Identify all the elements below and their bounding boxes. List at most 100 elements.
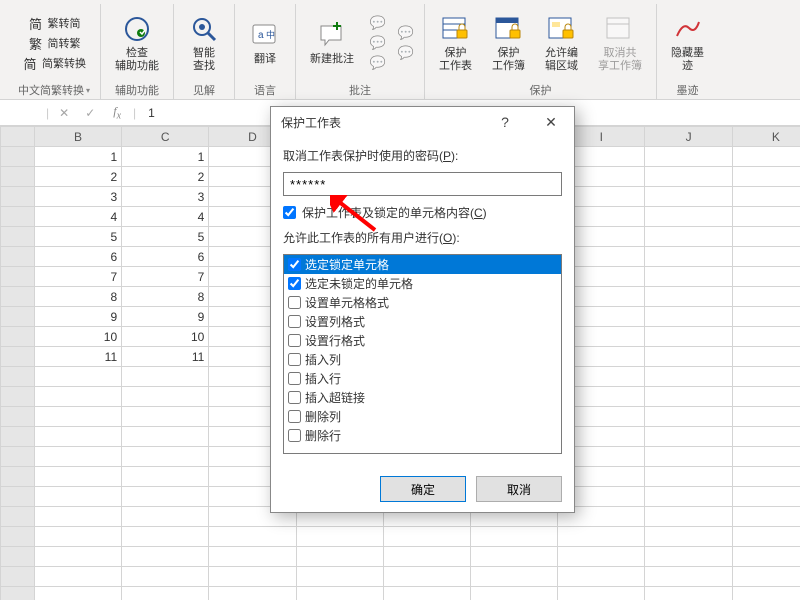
cell[interactable] — [34, 427, 121, 447]
cell[interactable] — [122, 447, 209, 467]
cell[interactable] — [296, 567, 383, 587]
cell[interactable] — [209, 567, 296, 587]
cell[interactable] — [34, 447, 121, 467]
cell[interactable] — [645, 347, 732, 367]
btn-hide-ink[interactable]: 隐藏墨 迹 — [667, 11, 708, 75]
cell[interactable] — [122, 587, 209, 600]
btn-check-accessibility[interactable]: 检查 辅助功能 — [111, 11, 163, 75]
cell[interactable] — [732, 307, 800, 327]
permission-item[interactable]: 删除列 — [284, 407, 561, 426]
permission-checkbox[interactable] — [288, 391, 301, 404]
cell[interactable]: 5 — [34, 227, 121, 247]
cell[interactable] — [732, 327, 800, 347]
permission-checkbox[interactable] — [288, 277, 301, 290]
cell[interactable] — [732, 527, 800, 547]
cell[interactable] — [558, 527, 645, 547]
permission-item[interactable]: 设置单元格格式 — [284, 293, 561, 312]
cell[interactable]: 6 — [122, 247, 209, 267]
cell[interactable] — [34, 547, 121, 567]
cell[interactable] — [296, 587, 383, 600]
cell[interactable] — [645, 327, 732, 347]
cell[interactable] — [645, 287, 732, 307]
cell[interactable]: 4 — [34, 207, 121, 227]
row-header[interactable] — [1, 227, 35, 247]
cell[interactable] — [645, 547, 732, 567]
cell[interactable] — [645, 247, 732, 267]
name-box[interactable] — [8, 103, 42, 123]
cell[interactable] — [34, 507, 121, 527]
row-header[interactable] — [1, 307, 35, 327]
cell[interactable] — [471, 587, 558, 600]
row-header[interactable] — [1, 427, 35, 447]
cell[interactable]: 9 — [34, 307, 121, 327]
cell[interactable]: 6 — [34, 247, 121, 267]
cell[interactable] — [34, 587, 121, 600]
cell[interactable] — [645, 307, 732, 327]
cell[interactable] — [645, 267, 732, 287]
cell[interactable] — [732, 227, 800, 247]
permission-checkbox[interactable] — [288, 353, 301, 366]
cell[interactable] — [732, 347, 800, 367]
row-header[interactable] — [1, 347, 35, 367]
cell[interactable] — [645, 187, 732, 207]
cell[interactable] — [122, 427, 209, 447]
cell[interactable] — [34, 527, 121, 547]
cell[interactable]: 5 — [122, 227, 209, 247]
cell[interactable]: 2 — [34, 167, 121, 187]
cell[interactable] — [471, 527, 558, 547]
cell[interactable]: 3 — [34, 187, 121, 207]
btn-smart-lookup[interactable]: 智能 查找 — [184, 11, 224, 75]
ok-button[interactable]: 确定 — [380, 476, 466, 502]
cell[interactable] — [645, 527, 732, 547]
accept-formula-icon[interactable]: ✓ — [79, 106, 101, 120]
row-header[interactable] — [1, 407, 35, 427]
cell[interactable] — [122, 387, 209, 407]
permission-item[interactable]: 选定未锁定的单元格 — [284, 274, 561, 293]
cell[interactable] — [383, 567, 470, 587]
permission-item[interactable]: 插入列 — [284, 350, 561, 369]
cell[interactable] — [645, 487, 732, 507]
cell[interactable] — [34, 467, 121, 487]
row-header[interactable] — [1, 247, 35, 267]
cell[interactable] — [732, 467, 800, 487]
cell[interactable] — [645, 167, 732, 187]
btn-jian-to-fan[interactable]: 繁简转繁 — [28, 34, 81, 52]
cell[interactable] — [34, 487, 121, 507]
cell[interactable] — [645, 387, 732, 407]
cell[interactable] — [732, 167, 800, 187]
cell[interactable] — [645, 447, 732, 467]
cell[interactable] — [122, 547, 209, 567]
cancel-button[interactable]: 取消 — [476, 476, 562, 502]
cell[interactable]: 8 — [34, 287, 121, 307]
cell[interactable] — [732, 587, 800, 600]
btn-protect-sheet[interactable]: 保护 工作表 — [435, 11, 476, 75]
cell[interactable] — [296, 527, 383, 547]
cell[interactable] — [732, 487, 800, 507]
cell[interactable] — [645, 207, 732, 227]
cell[interactable] — [732, 267, 800, 287]
cell[interactable]: 11 — [34, 347, 121, 367]
row-header[interactable] — [1, 367, 35, 387]
permission-checkbox[interactable] — [288, 372, 301, 385]
permission-checkbox[interactable] — [288, 334, 301, 347]
cell[interactable] — [732, 147, 800, 167]
row-header[interactable] — [1, 187, 35, 207]
cell[interactable] — [122, 367, 209, 387]
cell[interactable] — [732, 207, 800, 227]
cell[interactable] — [383, 587, 470, 600]
row-header[interactable] — [1, 567, 35, 587]
cell[interactable]: 10 — [34, 327, 121, 347]
cell[interactable] — [732, 187, 800, 207]
cell[interactable]: 8 — [122, 287, 209, 307]
btn-translate[interactable]: a中 翻译 — [245, 17, 285, 68]
cell[interactable] — [645, 567, 732, 587]
cell[interactable] — [558, 547, 645, 567]
cell[interactable] — [296, 547, 383, 567]
row-header[interactable] — [1, 147, 35, 167]
cell[interactable] — [471, 547, 558, 567]
permission-checkbox[interactable] — [288, 429, 301, 442]
dialog-help-button[interactable]: ? — [482, 107, 528, 137]
row-header[interactable] — [1, 447, 35, 467]
permission-item[interactable]: 设置行格式 — [284, 331, 561, 350]
row-header[interactable] — [1, 327, 35, 347]
